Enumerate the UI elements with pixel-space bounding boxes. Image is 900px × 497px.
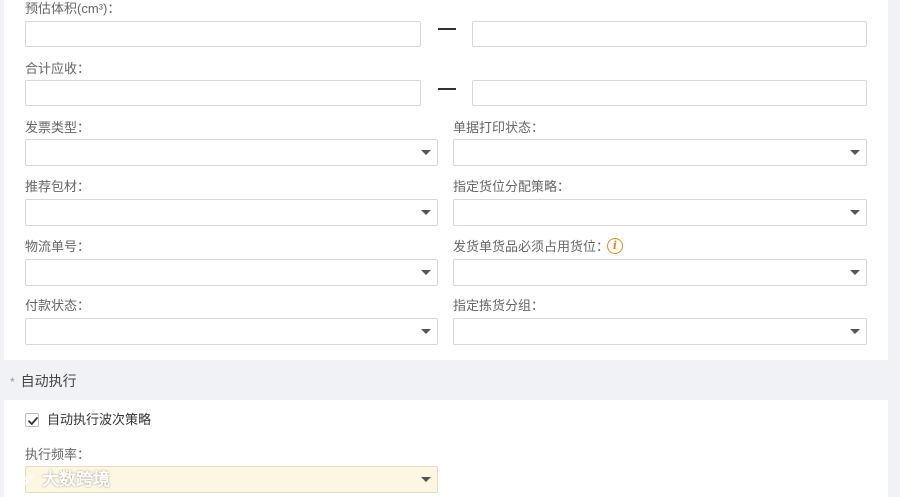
- total-range-separator: [438, 88, 456, 90]
- filter-panel: [4, 0, 888, 360]
- chevron-down-icon: [850, 150, 860, 155]
- invoice-type-label: 发票类型：: [25, 120, 91, 135]
- chevron-down-icon: [850, 329, 860, 334]
- location-strategy-select[interactable]: [453, 199, 867, 226]
- volume-range-separator: [438, 28, 456, 30]
- info-icon[interactable]: i: [607, 238, 623, 254]
- watermark: 大数跨境: [6, 469, 110, 491]
- volume-min-input[interactable]: [25, 21, 421, 47]
- section-title-auto-exec: * 自动执行: [10, 372, 77, 390]
- volume-label: 预估体积(cm³)：: [25, 1, 121, 16]
- section-title-text: 自动执行: [20, 373, 77, 389]
- chevron-down-icon: [850, 210, 860, 215]
- chevron-down-icon: [421, 210, 431, 215]
- volume-max-input[interactable]: [472, 21, 867, 47]
- auto-exec-checkbox-label[interactable]: 自动执行波次策略: [47, 412, 151, 428]
- frequency-label: 执行频率：: [25, 447, 91, 462]
- chevron-down-icon: [421, 329, 431, 334]
- check-icon: [28, 417, 38, 425]
- chevron-down-icon: [421, 150, 431, 155]
- must-occupy-select[interactable]: [453, 259, 867, 286]
- print-status-label: 单据打印状态：: [453, 120, 545, 135]
- print-status-select[interactable]: [453, 139, 867, 166]
- picking-group-label: 指定拣货分组：: [453, 298, 545, 313]
- auto-exec-checkbox[interactable]: [25, 413, 39, 427]
- chevron-down-icon: [421, 270, 431, 275]
- watermark-text: 大数跨境: [42, 470, 110, 489]
- total-max-input[interactable]: [472, 80, 867, 106]
- packaging-select[interactable]: [25, 199, 438, 226]
- location-strategy-label: 指定货位分配策略：: [453, 179, 571, 194]
- logistics-no-label: 物流单号：: [25, 239, 91, 254]
- payment-status-label: 付款状态：: [25, 298, 91, 313]
- logistics-no-select[interactable]: [25, 259, 438, 286]
- required-mark: *: [10, 375, 15, 389]
- watermark-logo-icon: [7, 472, 34, 489]
- must-occupy-label: 发货单货品必须占用货位：: [453, 239, 610, 254]
- total-label: 合计应收：: [25, 61, 91, 76]
- chevron-down-icon: [421, 477, 431, 482]
- total-min-input[interactable]: [25, 80, 421, 106]
- packaging-label: 推荐包材：: [25, 179, 91, 194]
- payment-status-select[interactable]: [25, 318, 438, 345]
- chevron-down-icon: [850, 270, 860, 275]
- invoice-type-select[interactable]: [25, 139, 438, 166]
- picking-group-select[interactable]: [453, 318, 867, 345]
